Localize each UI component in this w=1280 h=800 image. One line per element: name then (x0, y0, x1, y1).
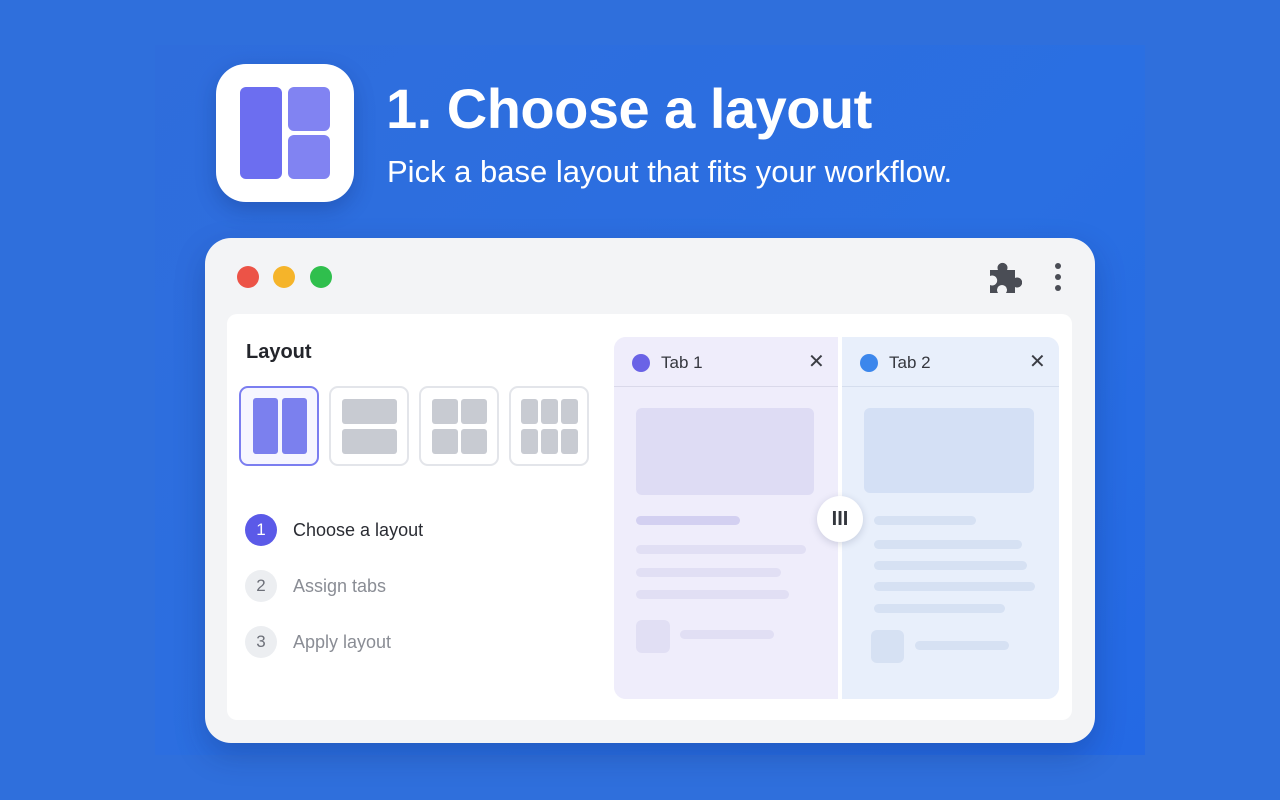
layout-option-two-columns[interactable] (239, 386, 319, 466)
layout-preview: Tab 1 ✕ Tab 2 ✕ III (614, 337, 1059, 699)
tab-color-dot (632, 354, 650, 372)
step-label: Assign tabs (293, 576, 387, 596)
text-placeholder (636, 590, 789, 599)
avatar-placeholder (871, 630, 904, 663)
text-placeholder (636, 516, 740, 525)
content-placeholder (864, 408, 1034, 493)
step-number: 3 (245, 626, 277, 658)
step-number: 1 (245, 514, 277, 546)
preview-pane-tab-1[interactable]: Tab 1 ✕ (614, 337, 838, 699)
resize-handle-icon[interactable]: III (817, 496, 863, 542)
minimize-window-button[interactable] (273, 266, 295, 288)
layout-option-two-rows[interactable] (329, 386, 409, 466)
puzzle-icon[interactable] (986, 259, 1022, 295)
close-icon[interactable]: ✕ (1029, 350, 1046, 374)
tab-label: Tab 2 (889, 353, 931, 372)
tab-bar: Tab 2 ✕ (842, 337, 1059, 387)
text-placeholder (874, 582, 1035, 591)
tab-bar: Tab 1 ✕ (614, 337, 838, 387)
text-placeholder (874, 604, 1005, 613)
avatar-placeholder (636, 620, 670, 653)
app-icon-pane-left (240, 87, 282, 179)
maximize-window-button[interactable] (310, 266, 332, 288)
tab-label: Tab 1 (661, 353, 703, 372)
layout-app-icon (216, 64, 354, 202)
text-placeholder (680, 630, 774, 639)
close-icon[interactable]: ✕ (808, 350, 825, 374)
layout-section-title: Layout (246, 341, 312, 363)
page-title: 1. Choose a layout (386, 77, 872, 140)
text-placeholder (874, 561, 1027, 570)
close-window-button[interactable] (237, 266, 259, 288)
browser-window: Layout 1 Choose a layout 2 Assign tabs 3… (205, 238, 1095, 743)
extension-content: Layout 1 Choose a layout 2 Assign tabs 3… (227, 314, 1072, 720)
kebab-menu-icon[interactable] (1048, 261, 1068, 293)
step-label: Choose a layout (293, 520, 424, 540)
text-placeholder (915, 641, 1009, 650)
content-placeholder (636, 408, 814, 495)
app-icon-pane-top-right (288, 87, 330, 131)
text-placeholder (874, 516, 976, 525)
text-placeholder (636, 568, 781, 577)
app-icon-pane-bottom-right (288, 135, 330, 179)
layout-option-grid-3x2[interactable] (509, 386, 589, 466)
step-label: Apply layout (293, 632, 392, 652)
step-number: 2 (245, 570, 277, 602)
text-placeholder (874, 540, 1022, 549)
tab-color-dot (860, 354, 878, 372)
text-placeholder (636, 545, 806, 554)
layout-option-grid-2x2[interactable] (419, 386, 499, 466)
preview-pane-tab-2[interactable]: Tab 2 ✕ (842, 337, 1059, 699)
page-subtitle: Pick a base layout that fits your workfl… (387, 154, 953, 189)
